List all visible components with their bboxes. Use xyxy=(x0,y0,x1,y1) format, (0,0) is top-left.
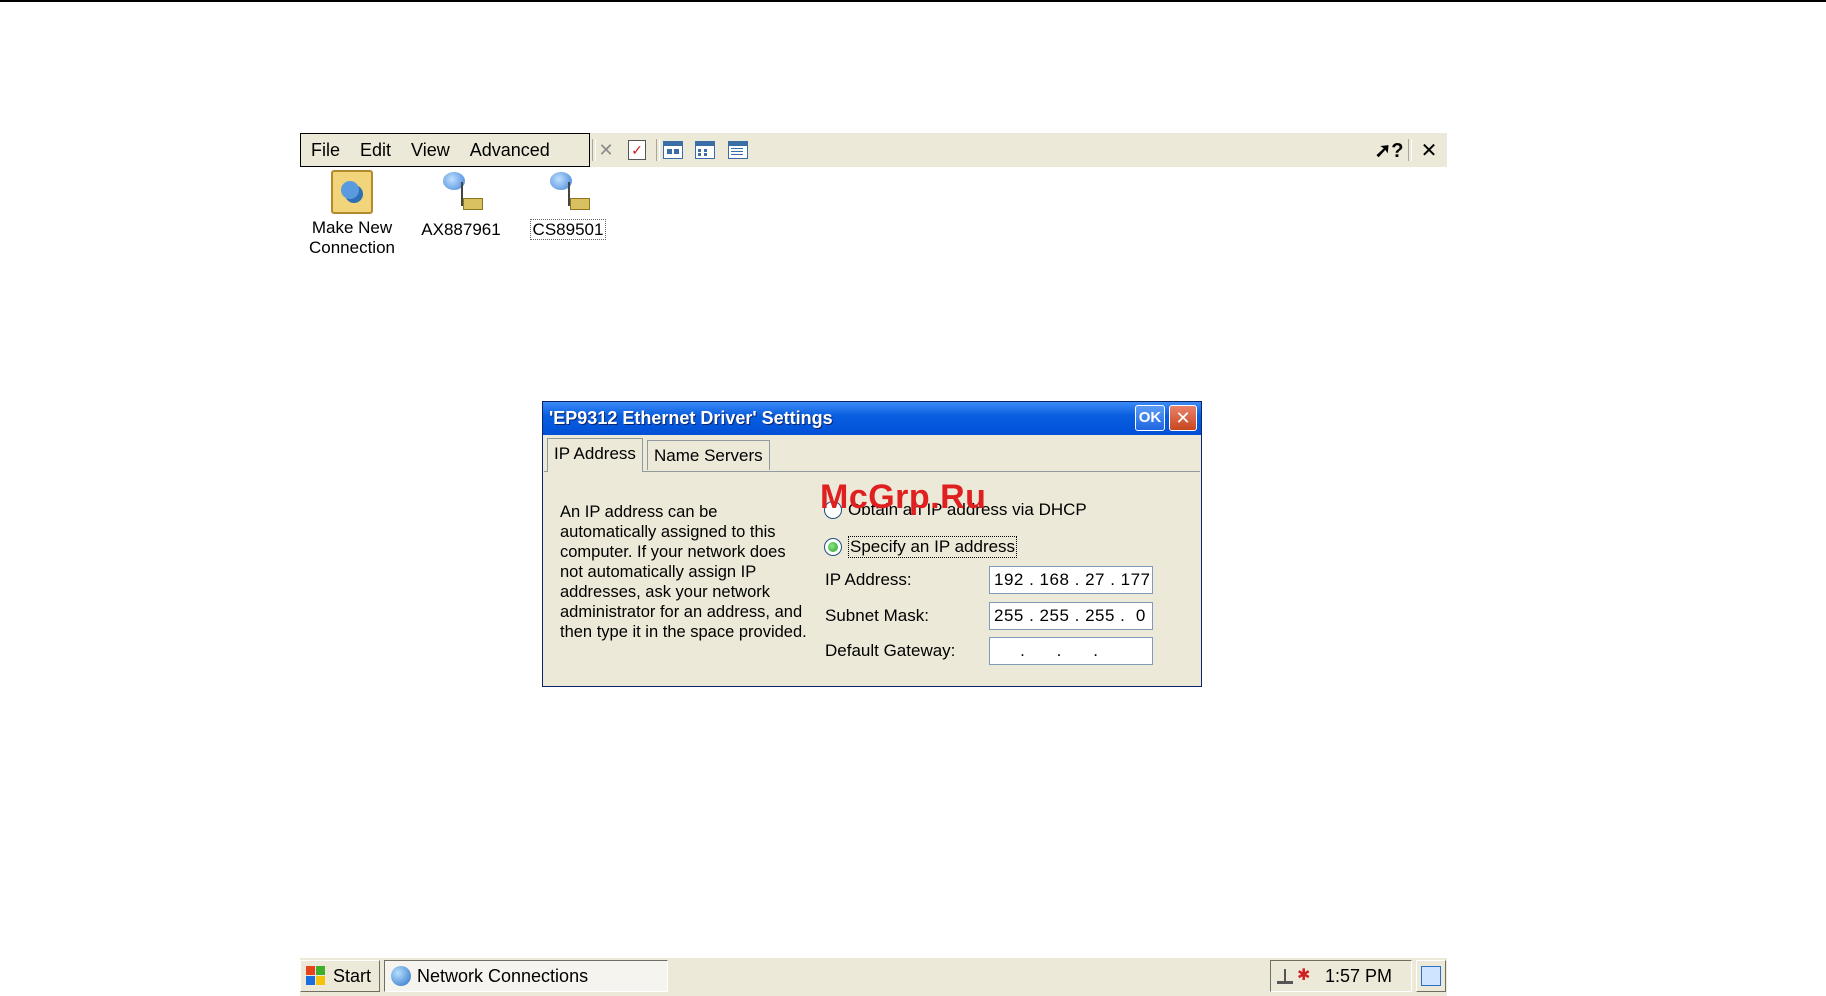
network-connection-icon xyxy=(546,170,590,216)
item-label: AX887961 xyxy=(421,220,501,239)
tab-ip-address[interactable]: IP Address xyxy=(547,438,643,472)
specify-ip-radio[interactable] xyxy=(824,538,842,556)
network-tray-icon[interactable] xyxy=(1277,968,1293,984)
item-label: Make New Connection xyxy=(308,218,395,257)
ok-button[interactable]: OK xyxy=(1135,405,1165,431)
view-large-icons-icon xyxy=(663,141,683,159)
properties-check-icon: ✓ xyxy=(628,140,646,160)
start-label: Start xyxy=(333,965,372,986)
dialog-close-button[interactable]: ✕ xyxy=(1169,405,1197,431)
default-gateway-input[interactable]: . . . xyxy=(989,637,1153,665)
task-label: Network Connections xyxy=(417,965,589,986)
menu-view[interactable]: View xyxy=(401,140,460,161)
start-button[interactable]: Start xyxy=(300,960,380,992)
view-small-icons-icon xyxy=(695,141,715,159)
desktop-icon xyxy=(1421,966,1441,986)
connection-cs89501-item[interactable]: CS89501 xyxy=(522,170,614,240)
clock[interactable]: 1:57 PM xyxy=(1325,966,1392,987)
specify-ip-radio-label: Specify an IP address xyxy=(848,536,1018,558)
large-icons-button[interactable] xyxy=(660,138,686,162)
network-error-tray-icon[interactable]: ✱ xyxy=(1297,967,1315,985)
ip-description-text: An IP address can be automatically assig… xyxy=(560,503,807,641)
delete-button[interactable]: ✕ xyxy=(593,138,619,162)
top-border-line xyxy=(0,0,1826,2)
close-icon: ✕ xyxy=(1420,139,1438,162)
close-icon: ✕ xyxy=(1175,408,1191,428)
help-cursor-icon: ➚? xyxy=(1374,139,1404,162)
network-connection-icon xyxy=(439,170,483,216)
small-icons-button[interactable] xyxy=(692,138,718,162)
subnet-mask-input[interactable]: 255 . 255 . 255 . 0 xyxy=(989,602,1153,630)
menu-advanced[interactable]: Advanced xyxy=(460,140,560,161)
connection-wizard-icon xyxy=(331,170,373,214)
toolbar-separator xyxy=(1408,139,1412,161)
tab-name-servers[interactable]: Name Servers xyxy=(647,440,770,470)
menu-bar: File Edit View Advanced xyxy=(300,133,590,167)
ip-address-input[interactable]: 192 . 168 . 27 . 177 xyxy=(989,566,1153,594)
menu-edit[interactable]: Edit xyxy=(350,140,401,161)
specify-ip-radio-option[interactable]: Specify an IP address xyxy=(824,536,1018,558)
close-app-button[interactable]: ✕ xyxy=(1416,138,1442,162)
properties-button[interactable]: ✓ xyxy=(624,138,650,162)
explorer-toolbar: File Edit View Advanced ✕ ✓ ➚? ✕ xyxy=(300,133,1447,168)
default-gateway-label: Default Gateway: xyxy=(825,641,956,660)
ip-address-label: IP Address: xyxy=(825,570,912,589)
settings-dialog: 'EP9312 Ethernet Driver' Settings OK ✕ I… xyxy=(542,401,1202,687)
watermark-text: McGrp.Ru xyxy=(820,478,987,516)
item-label: CS89501 xyxy=(529,219,607,240)
menu-file[interactable]: File xyxy=(301,140,350,161)
system-tray: ✱ 1:57 PM xyxy=(1270,960,1412,992)
taskbar-network-connections[interactable]: Network Connections xyxy=(384,960,668,992)
windows-flag-icon xyxy=(305,965,327,987)
view-details-icon xyxy=(728,141,748,159)
make-new-connection-item[interactable]: Make New Connection xyxy=(300,170,404,258)
subnet-mask-label: Subnet Mask: xyxy=(825,606,929,625)
taskbar: Start Network Connections ✱ 1:57 PM xyxy=(300,957,1447,996)
network-globe-icon xyxy=(391,966,411,986)
connection-ax887961-item[interactable]: AX887961 xyxy=(414,170,508,240)
details-button[interactable] xyxy=(725,138,751,162)
delete-x-icon: ✕ xyxy=(598,139,614,160)
show-desktop-button[interactable] xyxy=(1416,960,1446,992)
dialog-title: 'EP9312 Ethernet Driver' Settings xyxy=(543,402,1201,435)
help-button[interactable]: ➚? xyxy=(1374,138,1404,162)
